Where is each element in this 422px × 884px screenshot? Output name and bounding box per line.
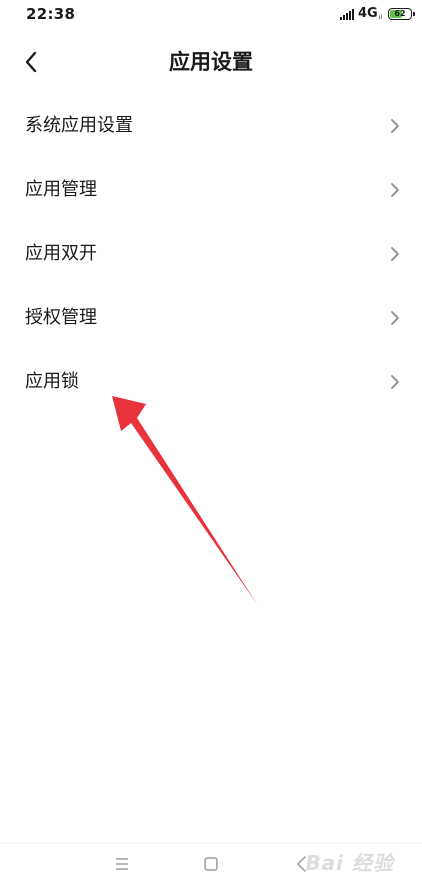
status-time: 22:38 (26, 5, 76, 23)
list-item-label: 应用管理 (25, 179, 97, 200)
status-icons: 4G ıl 62 (339, 6, 415, 22)
app-settings-screen: 22:38 4G ıl 62 应用设置 系统应用设置 应用管理 应用双开 授权管… (0, 0, 422, 884)
list-item-permissions[interactable]: 授权管理 (0, 286, 422, 350)
chevron-right-icon (391, 311, 399, 325)
battery-level: 62 (394, 9, 406, 18)
chevron-right-icon (391, 375, 399, 389)
chevron-right-icon (391, 183, 399, 197)
header: 应用设置 (0, 36, 422, 88)
list-item-app-management[interactable]: 应用管理 (0, 158, 422, 222)
network-type: 4G (357, 6, 378, 21)
navigation-bar: Bai 经验 (0, 843, 422, 884)
home-square-icon[interactable] (201, 854, 221, 874)
page-title: 应用设置 (169, 50, 253, 74)
watermark: Bai 经验 (305, 851, 394, 875)
list-item-system-app-settings[interactable]: 系统应用设置 (0, 94, 422, 158)
list-item-label: 系统应用设置 (25, 115, 133, 136)
list-item-label: 授权管理 (25, 307, 97, 328)
list-item-dual-apps[interactable]: 应用双开 (0, 222, 422, 286)
chevron-right-icon (391, 119, 399, 133)
list-item-app-lock[interactable]: 应用锁 (0, 350, 422, 414)
list-item-label: 应用锁 (25, 371, 79, 392)
list-item-label: 应用双开 (25, 243, 97, 264)
signal-strength-icon (339, 8, 354, 20)
status-bar: 22:38 4G ıl 62 (0, 0, 422, 28)
chevron-right-icon (391, 247, 399, 261)
battery-nub (413, 12, 415, 16)
menu-icon[interactable] (112, 854, 132, 874)
network-activity: ıl (378, 13, 382, 21)
red-arrow-icon (112, 396, 257, 604)
settings-list: 系统应用设置 应用管理 应用双开 授权管理 应用锁 (0, 94, 422, 414)
battery-icon: 62 (388, 8, 415, 20)
